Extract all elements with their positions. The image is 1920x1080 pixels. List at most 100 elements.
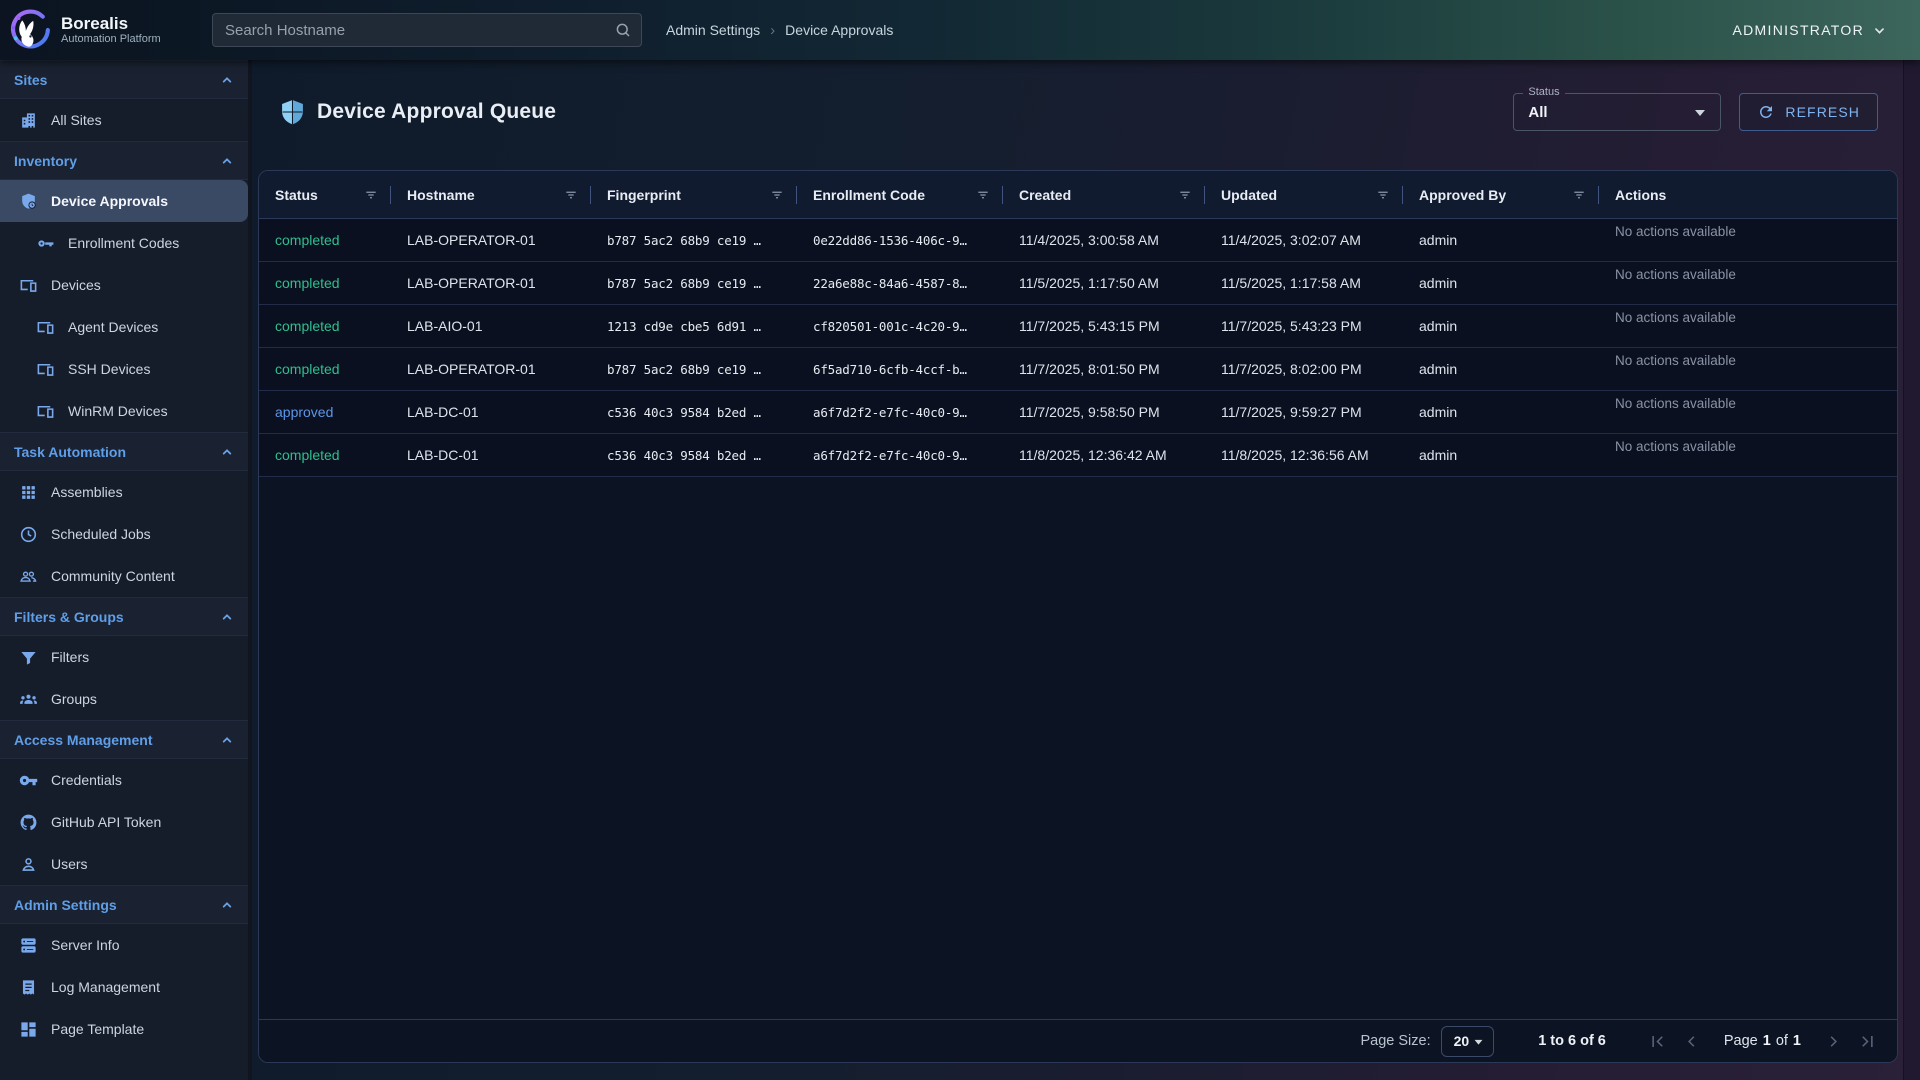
cell-hostname: LAB-DC-01 <box>391 391 591 433</box>
status-filter-select[interactable]: Status All <box>1513 93 1721 131</box>
grid-icon <box>19 483 38 502</box>
breadcrumb-admin-settings[interactable]: Admin Settings <box>666 22 760 38</box>
sidebar-item-credentials[interactable]: Credentials <box>0 759 248 801</box>
key-icon <box>36 234 55 253</box>
table-row[interactable]: approvedLAB-DC-01c536 40c3 9584 b2ed …a6… <box>259 391 1897 434</box>
building-icon <box>19 111 38 130</box>
cell-fingerprint: b787 5ac2 68b9 ce19 … <box>591 219 797 261</box>
column-header-status: Status <box>259 171 391 218</box>
sidebar-section-sites[interactable]: Sites <box>0 60 248 99</box>
section-label: Filters & Groups <box>14 609 124 625</box>
sidebar-section-admin-settings[interactable]: Admin Settings <box>0 885 248 924</box>
filter-icon[interactable] <box>1571 187 1587 203</box>
cell-approved-by: admin <box>1403 219 1599 261</box>
sidebar-item-label: Agent Devices <box>68 319 158 335</box>
cell-fingerprint: c536 40c3 9584 b2ed … <box>591 391 797 433</box>
cell-created: 11/7/2025, 9:58:50 PM <box>1003 391 1205 433</box>
cell-actions: No actions available <box>1599 391 1897 433</box>
filter-icon[interactable] <box>975 187 991 203</box>
credentials-key-icon <box>19 771 38 790</box>
sidebar-item-users[interactable]: Users <box>0 843 248 885</box>
search-input[interactable] <box>213 22 641 39</box>
filter-icon[interactable] <box>363 187 379 203</box>
borealis-logo-icon <box>8 8 52 52</box>
refresh-button[interactable]: REFRESH <box>1739 93 1878 131</box>
chevron-up-icon <box>219 609 235 625</box>
table-header-row: Status Hostname Fingerprint Enrollment C… <box>259 171 1897 219</box>
cell-hostname: LAB-OPERATOR-01 <box>391 262 591 304</box>
cell-actions: No actions available <box>1599 219 1897 261</box>
sidebar-item-label: Filters <box>51 649 89 665</box>
sidebar-item-agent-devices[interactable]: Agent Devices <box>0 306 248 348</box>
filter-icon[interactable] <box>1177 187 1193 203</box>
sidebar-item-all-sites[interactable]: All Sites <box>0 99 248 141</box>
user-menu[interactable]: ADMINISTRATOR <box>1733 22 1889 39</box>
cell-status: completed <box>259 434 391 476</box>
devices-icon <box>36 318 55 337</box>
clock-icon <box>19 525 38 544</box>
dropdown-arrow-icon <box>1688 100 1712 124</box>
page-size-value: 20 <box>1454 1033 1470 1049</box>
cell-approved-by: admin <box>1403 262 1599 304</box>
sidebar-item-label: Enrollment Codes <box>68 235 179 251</box>
column-header-fingerprint: Fingerprint <box>591 171 797 218</box>
table-row[interactable]: completedLAB-OPERATOR-01b787 5ac2 68b9 c… <box>259 219 1897 262</box>
search-icon[interactable] <box>614 21 632 39</box>
sidebar-item-winrm-devices[interactable]: WinRM Devices <box>0 390 248 432</box>
sidebar-section-inventory[interactable]: Inventory <box>0 141 248 180</box>
section-label: Inventory <box>14 153 77 169</box>
sidebar-item-label: Groups <box>51 691 97 707</box>
sidebar-item-ssh-devices[interactable]: SSH Devices <box>0 348 248 390</box>
filter-icon[interactable] <box>563 187 579 203</box>
sidebar-item-community-content[interactable]: Community Content <box>0 555 248 597</box>
cell-status: completed <box>259 262 391 304</box>
github-icon <box>19 813 38 832</box>
sidebar-item-enrollment-codes[interactable]: Enrollment Codes <box>0 222 248 264</box>
sidebar-section-filters-groups[interactable]: Filters & Groups <box>0 597 248 636</box>
sidebar-nav: SitesAll Sites Inventory Device Approvals E… <box>0 60 252 1080</box>
chevron-up-icon <box>219 153 235 169</box>
cell-created: 11/5/2025, 1:17:50 AM <box>1003 262 1205 304</box>
sidebar-section-task-automation[interactable]: Task Automation <box>0 432 248 471</box>
cell-updated: 11/5/2025, 1:17:58 AM <box>1205 262 1403 304</box>
table-row[interactable]: completedLAB-AIO-011213 cd9e cbe5 6d91 …… <box>259 305 1897 348</box>
page-indicator: Page1of1 <box>1724 1033 1801 1049</box>
last-page-icon[interactable] <box>1858 1032 1877 1051</box>
breadcrumb-device-approvals[interactable]: Device Approvals <box>785 22 893 38</box>
sidebar-item-devices[interactable]: Devices <box>0 264 248 306</box>
table-row[interactable]: completedLAB-OPERATOR-01b787 5ac2 68b9 c… <box>259 262 1897 305</box>
cell-approved-by: admin <box>1403 391 1599 433</box>
column-header-actions: Actions <box>1599 171 1897 218</box>
cell-created: 11/7/2025, 8:01:50 PM <box>1003 348 1205 390</box>
table-row[interactable]: completedLAB-DC-01c536 40c3 9584 b2ed …a… <box>259 434 1897 477</box>
filter-icon[interactable] <box>1375 187 1391 203</box>
previous-page-icon[interactable] <box>1682 1032 1701 1051</box>
sidebar-item-scheduled-jobs[interactable]: Scheduled Jobs <box>0 513 248 555</box>
cell-hostname: LAB-AIO-01 <box>391 305 591 347</box>
header-controls: Status All REFRESH <box>1513 93 1878 131</box>
next-page-icon[interactable] <box>1824 1032 1843 1051</box>
sidebar-item-filters[interactable]: Filters <box>0 636 248 678</box>
scrollbar-track[interactable] <box>1903 60 1920 1080</box>
filter-icon[interactable] <box>769 187 785 203</box>
server-icon <box>19 936 38 955</box>
sidebar-item-assemblies[interactable]: Assemblies <box>0 471 248 513</box>
cell-enrollment-code: 22a6e88c-84a6-4587-8… <box>797 262 1003 304</box>
sidebar-item-groups[interactable]: Groups <box>0 678 248 720</box>
page-size-select[interactable]: 20 <box>1441 1026 1495 1057</box>
sidebar-section-access-management[interactable]: Access Management <box>0 720 248 759</box>
table-row[interactable]: completedLAB-OPERATOR-01b787 5ac2 68b9 c… <box>259 348 1897 391</box>
sidebar-item-label: Scheduled Jobs <box>51 526 151 542</box>
cell-created: 11/8/2025, 12:36:42 AM <box>1003 434 1205 476</box>
row-range-text: 1 to 6 of 6 <box>1538 1033 1606 1049</box>
page-title: Device Approval Queue <box>317 100 556 124</box>
sidebar-item-device-approvals[interactable]: Device Approvals <box>0 180 248 222</box>
sidebar-item-server-info[interactable]: Server Info <box>0 924 248 966</box>
sidebar-item-log-management[interactable]: Log Management <box>0 966 248 1008</box>
sidebar-item-page-template[interactable]: Page Template <box>0 1008 248 1050</box>
search-box <box>212 13 642 47</box>
sidebar-item-github-api-token[interactable]: GitHub API Token <box>0 801 248 843</box>
cell-status: completed <box>259 219 391 261</box>
first-page-icon[interactable] <box>1648 1032 1667 1051</box>
sidebar-item-label: Device Approvals <box>51 193 168 209</box>
